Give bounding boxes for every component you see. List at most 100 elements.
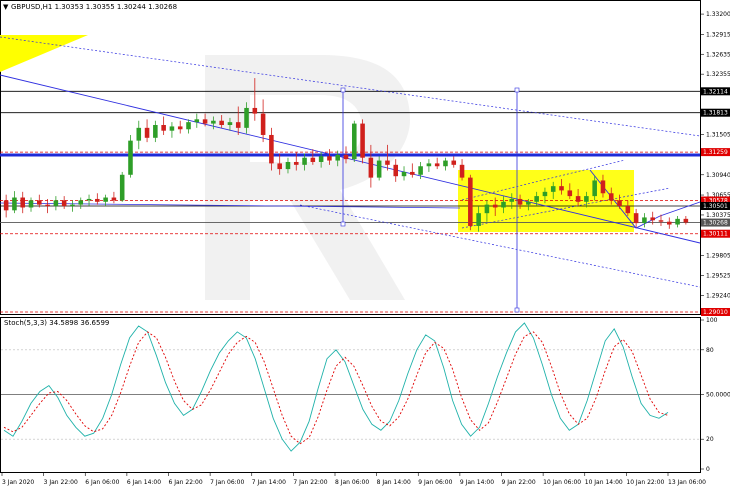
candle-body	[492, 204, 498, 208]
measure-node-2a	[514, 87, 520, 93]
candle-body	[675, 218, 680, 225]
candle-body	[633, 213, 639, 224]
stoch-panel-frame	[0, 317, 701, 473]
candle-body	[86, 198, 92, 201]
time-tick-label: 8 Jan 06:00	[335, 479, 369, 486]
candle-body	[78, 200, 84, 205]
candle-body	[608, 193, 614, 201]
stochastic-oscillator: 100 80 50.0000 20 0	[1, 317, 730, 473]
stoch-label: Stoch(5,3,3) 34.5898 36.6599	[4, 319, 109, 327]
candle-body	[575, 196, 581, 202]
candle-body	[592, 180, 597, 197]
candle-body	[600, 180, 606, 194]
title-arrow-icon: ▼	[3, 3, 9, 11]
stoch-tick-label: 50.0000	[706, 392, 730, 399]
time-tick-label: 13 Jan 06:00	[668, 479, 706, 486]
candle-body	[526, 201, 531, 205]
price-tick-label: 1.29525	[706, 272, 730, 279]
candle-body	[683, 218, 689, 223]
time-tick-label: 9 Jan 06:00	[418, 479, 452, 486]
candle-body	[194, 119, 200, 123]
candle-body	[12, 197, 17, 211]
time-tick-label: 10 Jan 22:00	[626, 479, 664, 486]
candle-body	[153, 125, 158, 138]
candle-body	[501, 201, 506, 208]
candle-body	[161, 125, 166, 131]
candle-body	[3, 200, 9, 211]
price-tick-label: 1.33200	[706, 11, 730, 18]
candle-body	[235, 122, 241, 128]
time-tick-label: 8 Jan 14:00	[377, 479, 411, 486]
level-tag-label: 1.31259	[703, 149, 728, 156]
candle-body	[625, 206, 631, 214]
candle-body	[484, 204, 490, 214]
chart-title: GBPUSD,H1 1.30353 1.30355 1.30244 1.3026…	[11, 3, 177, 11]
time-tick-label: 10 Jan 14:00	[585, 479, 623, 486]
candle-body	[186, 122, 191, 130]
level-tag-label: 1.32114	[703, 88, 728, 95]
candle-body	[111, 197, 117, 201]
price-tick-label: 1.32635	[706, 51, 730, 58]
candle-body	[335, 154, 340, 161]
candle-body	[559, 186, 564, 191]
measure-node-1a	[340, 87, 346, 93]
time-axis: 3 Jan 2020 3 Jan 22:00 6 Jan 06:00 6 Jan 14…	[1, 472, 706, 486]
candle-body	[476, 213, 481, 226]
time-tick-label: 10 Jan 06:00	[543, 479, 581, 486]
price-tick-label: 1.32915	[706, 31, 730, 38]
candle-body	[136, 127, 142, 141]
level-tag-label: 1.30268	[703, 220, 728, 227]
candle-body	[260, 113, 266, 135]
candle-body	[244, 107, 249, 128]
price-tick-label: 1.29240	[706, 293, 730, 300]
time-tick-label: 7 Jan 22:00	[293, 479, 327, 486]
candle-body	[443, 160, 448, 167]
candle-body	[227, 122, 233, 126]
candle-body	[418, 166, 423, 175]
channel-upper-line	[0, 36, 701, 137]
stoch-tick-label: 80	[706, 347, 714, 354]
candle-body	[277, 163, 282, 170]
candle-body	[95, 198, 100, 202]
candle-body	[666, 221, 672, 225]
candle-body	[401, 171, 407, 177]
candle-body	[119, 174, 125, 201]
candle-body	[219, 120, 224, 126]
candle-body	[28, 200, 34, 208]
candle-body	[584, 196, 589, 202]
candle-body	[650, 217, 655, 221]
candle-body	[426, 163, 432, 167]
candle-body	[293, 161, 299, 165]
candle-body	[169, 126, 175, 131]
measure-node-1b	[340, 221, 346, 227]
candle-body	[310, 157, 316, 162]
candle-body	[534, 196, 539, 202]
candle-body	[144, 127, 150, 138]
price-tick-label: 1.30375	[706, 212, 730, 219]
price-tick-label: 1.30940	[706, 172, 730, 179]
stoch-main-line	[3, 322, 669, 452]
candle-body	[285, 161, 291, 170]
candle-body	[343, 154, 349, 160]
level-tag-label: 1.31813	[703, 110, 728, 117]
candle-body	[376, 160, 382, 178]
price-tick-label: 1.31505	[706, 132, 730, 139]
stoch-signal-line	[3, 331, 669, 445]
candle-body	[20, 197, 26, 208]
time-tick-label: 7 Jan 14:00	[252, 479, 286, 486]
candle-body	[617, 200, 622, 207]
level-tag-label: 1.30501	[703, 203, 728, 210]
candle-body	[517, 198, 523, 205]
time-tick-label: 6 Jan 06:00	[85, 479, 119, 486]
time-tick-label: 3 Jan 22:00	[44, 479, 78, 486]
price-chart: 1.33200 1.32915 1.32635 1.32355 1.31505 1.309…	[0, 0, 730, 486]
candle-body	[410, 171, 415, 175]
candle-body	[252, 107, 258, 114]
candle-body	[658, 220, 664, 222]
time-tick-label: 6 Jan 14:00	[127, 479, 161, 486]
measure-node-2b	[514, 307, 520, 313]
level-tag-label: 1.29010	[703, 309, 728, 316]
candle-body	[468, 177, 473, 226]
time-tick-label: 9 Jan 22:00	[502, 479, 536, 486]
stoch-tick-label: 0	[706, 466, 710, 473]
